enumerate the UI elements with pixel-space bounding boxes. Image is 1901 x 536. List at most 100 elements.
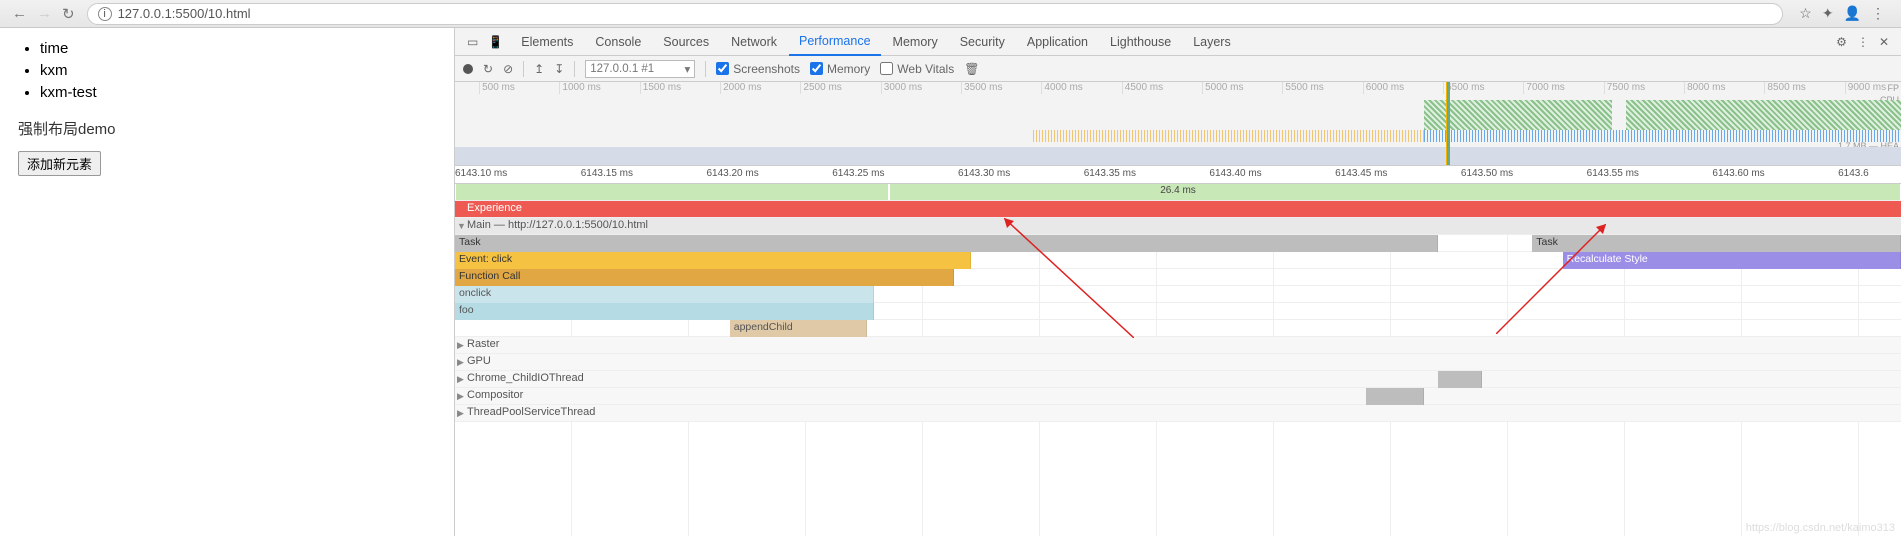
tab-sources[interactable]: Sources — [653, 28, 719, 55]
ruler-tick: 6143.15 ms — [581, 168, 633, 179]
experience-track[interactable]: Experience — [455, 201, 1901, 218]
function-call-block[interactable]: Function Call — [455, 269, 954, 286]
overview-ruler: 500 ms1000 ms1500 ms2000 ms2500 ms3000 m… — [455, 82, 1901, 94]
tab-network[interactable]: Network — [721, 28, 787, 55]
flame-row: Task Task — [455, 235, 1901, 252]
perf-toolbar: ↻ ⊘ ↥ ↧ 127.0.0.1 #1 ▾ Screenshots Memor… — [455, 56, 1901, 82]
frame-duration: 26.4 ms — [1160, 185, 1196, 196]
tab-security[interactable]: Security — [950, 28, 1015, 55]
browser-menu-icon[interactable]: ⋮ — [1871, 5, 1885, 22]
tab-application[interactable]: Application — [1017, 28, 1098, 55]
ruler-tick: 6143.30 ms — [958, 168, 1010, 179]
web-vitals-checkbox[interactable]: Web Vitals — [880, 62, 954, 76]
add-element-button[interactable]: 添加新元素 — [18, 151, 101, 176]
ruler-tick: 6143.45 ms — [1335, 168, 1387, 179]
page-title: 强制布局demo — [18, 118, 436, 139]
tab-lighthouse[interactable]: Lighthouse — [1100, 28, 1181, 55]
web-vitals-label: Web Vitals — [897, 62, 954, 76]
tab-layers[interactable]: Layers — [1183, 28, 1241, 55]
load-profile-icon[interactable]: ↥ — [534, 62, 544, 76]
chrome-childio-track[interactable]: ▶Chrome_ChildIOThread — [455, 371, 1901, 388]
raster-track[interactable]: ▶Raster — [455, 337, 1901, 354]
gpu-track[interactable]: ▶GPU — [455, 354, 1901, 371]
url-text: 127.0.0.1:5500/10.html — [118, 6, 251, 21]
timeline-ruler[interactable]: 6143.10 ms6143.15 ms6143.20 ms6143.25 ms… — [455, 166, 1901, 184]
list-item: kxm-test — [40, 82, 436, 104]
flame-row: foo — [455, 303, 1901, 320]
tab-performance[interactable]: Performance — [789, 28, 881, 56]
tab-console[interactable]: Console — [585, 28, 651, 55]
devtools-more-icon[interactable]: ⋮ — [1857, 35, 1869, 49]
ruler-tick: 6143.10 ms — [455, 168, 507, 179]
device-mode-icon[interactable]: 📱 — [488, 35, 503, 49]
ruler-tick: 6143.60 ms — [1712, 168, 1764, 179]
overview-tick: 5500 ms — [1282, 82, 1323, 94]
back-icon[interactable]: ← — [12, 5, 27, 23]
gc-trash-icon[interactable]: 🗑 — [964, 62, 979, 76]
overview-tick: 8500 ms — [1764, 82, 1805, 94]
tab-memory[interactable]: Memory — [883, 28, 948, 55]
browser-toolbar: ← → ↻ i 127.0.0.1:5500/10.html ☆ ✦ 👤 ⋮ — [0, 0, 1901, 28]
ruler-tick: 6143.50 ms — [1461, 168, 1513, 179]
overview-tick: 2000 ms — [720, 82, 761, 94]
frames-track[interactable]: ▶ Frames 26.4 ms — [455, 184, 1901, 201]
event-click-block[interactable]: Event: click — [455, 252, 971, 269]
appendchild-block[interactable]: appendChild — [730, 320, 867, 337]
recalc-style-block[interactable]: Recalculate Style — [1563, 252, 1901, 269]
forward-icon[interactable]: → — [37, 5, 52, 23]
tab-elements[interactable]: Elements — [511, 28, 583, 55]
ruler-tick: 6143.25 ms — [832, 168, 884, 179]
overview-tick: 3000 ms — [881, 82, 922, 94]
list-item: kxm — [40, 60, 436, 82]
overview-tick: 8000 ms — [1684, 82, 1725, 94]
compositor-track[interactable]: ▶Compositor — [455, 388, 1901, 405]
overview-tick: 1000 ms — [559, 82, 600, 94]
devtools-close-icon[interactable]: ✕ — [1879, 35, 1889, 49]
settings-gear-icon[interactable]: ⚙ — [1836, 35, 1847, 49]
site-info-icon[interactable]: i — [98, 7, 112, 21]
clear-icon[interactable]: ⊘ — [503, 62, 513, 76]
activity-block[interactable] — [1438, 371, 1481, 388]
devtools-panel: ▭ 📱 Elements Console Sources Network Per… — [455, 28, 1901, 536]
ruler-tick: 6143.40 ms — [1209, 168, 1261, 179]
ruler-tick: 6143.6 — [1838, 168, 1869, 179]
task-block[interactable]: Task — [455, 235, 1438, 252]
threadpool-track[interactable]: ▶ThreadPoolServiceThread — [455, 405, 1901, 422]
overview-timeline[interactable]: 500 ms1000 ms1500 ms2000 ms2500 ms3000 m… — [455, 82, 1901, 166]
foo-block[interactable]: foo — [455, 303, 874, 320]
divider — [574, 61, 575, 77]
flame-row: Function Call — [455, 269, 1901, 286]
overview-tick: 3500 ms — [961, 82, 1002, 94]
flame-row: Event: click Recalculate Style — [455, 252, 1901, 269]
collapse-icon[interactable]: ▼ — [457, 221, 466, 231]
save-profile-icon[interactable]: ↧ — [554, 62, 564, 76]
reload-icon[interactable]: ↻ — [62, 5, 75, 23]
item-list: time kxm kxm-test — [18, 38, 436, 104]
devtools-tabbar: ▭ 📱 Elements Console Sources Network Per… — [455, 28, 1901, 56]
page-content: time kxm kxm-test 强制布局demo 添加新元素 — [0, 28, 455, 536]
record-icon[interactable] — [463, 64, 473, 74]
memory-label: Memory — [827, 62, 870, 76]
reload-record-icon[interactable]: ↻ — [483, 62, 493, 76]
overview-tick: 4000 ms — [1041, 82, 1082, 94]
overview-tick: 5000 ms — [1202, 82, 1243, 94]
inspect-icon[interactable]: ▭ — [467, 35, 478, 49]
flame-row: appendChild — [455, 320, 1901, 337]
bookmark-star-icon[interactable]: ☆ — [1799, 5, 1812, 22]
memory-checkbox[interactable]: Memory — [810, 62, 870, 76]
screenshots-label: Screenshots — [733, 62, 800, 76]
activity-block[interactable] — [1366, 388, 1424, 405]
ruler-tick: 6143.55 ms — [1587, 168, 1639, 179]
recording-select-value: 127.0.0.1 #1 — [590, 63, 654, 75]
onclick-block[interactable]: onclick — [455, 286, 874, 303]
profile-icon[interactable]: 👤 — [1844, 5, 1861, 22]
recording-select[interactable]: 127.0.0.1 #1 ▾ — [585, 60, 695, 78]
extensions-icon[interactable]: ✦ — [1822, 5, 1834, 22]
address-bar[interactable]: i 127.0.0.1:5500/10.html — [87, 3, 1784, 25]
main-track-header[interactable]: ▼ Main — http://127.0.0.1:5500/10.html — [455, 218, 1901, 235]
list-item: time — [40, 38, 436, 60]
overview-tick: 2500 ms — [800, 82, 841, 94]
task-block[interactable]: Task — [1532, 235, 1901, 252]
flame-chart[interactable]: ▶ Frames 26.4 ms Experience ▼ Main — htt… — [455, 184, 1901, 536]
screenshots-checkbox[interactable]: Screenshots — [716, 62, 800, 76]
